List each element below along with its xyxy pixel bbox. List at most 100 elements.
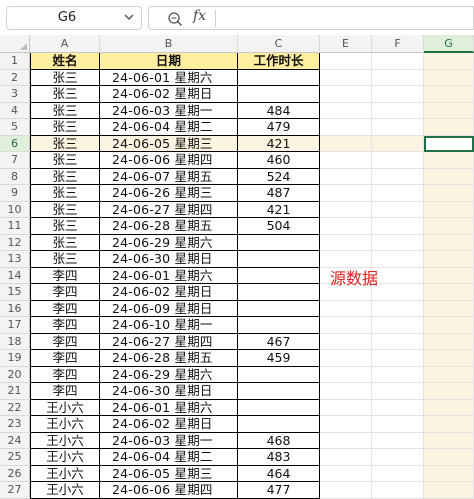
cell-f[interactable] (372, 86, 424, 103)
cell-e[interactable] (320, 383, 372, 400)
column-header-f[interactable]: F (372, 35, 424, 53)
hours-cell[interactable] (238, 234, 320, 251)
cell-e[interactable] (320, 53, 372, 70)
cell-f[interactable] (372, 185, 424, 202)
hours-cell[interactable] (238, 366, 320, 383)
cell-g[interactable] (424, 432, 474, 449)
cell-g[interactable] (424, 416, 474, 433)
cell-g[interactable] (424, 284, 474, 301)
hours-cell[interactable] (238, 86, 320, 103)
cell-f[interactable] (372, 234, 424, 251)
name-cell[interactable]: 李四 (30, 317, 100, 334)
cell-f[interactable] (372, 201, 424, 218)
hours-cell[interactable]: 464 (238, 465, 320, 482)
date-cell[interactable]: 24-06-10 星期一 (100, 317, 238, 334)
row-header[interactable]: 22 (0, 399, 30, 416)
cell-e[interactable] (320, 152, 372, 169)
name-cell[interactable]: 张三 (30, 119, 100, 136)
column-header-c[interactable]: C (238, 35, 320, 53)
name-cell[interactable]: 李四 (30, 284, 100, 301)
hours-cell[interactable]: 487 (238, 185, 320, 202)
hours-cell[interactable]: 484 (238, 102, 320, 119)
row-header[interactable]: 25 (0, 449, 30, 466)
name-cell[interactable]: 王小六 (30, 465, 100, 482)
name-cell[interactable]: 李四 (30, 350, 100, 367)
date-cell[interactable]: 24-06-01 星期六 (100, 267, 238, 284)
hours-cell[interactable] (238, 284, 320, 301)
row-header[interactable]: 4 (0, 102, 30, 119)
cell-e[interactable] (320, 432, 372, 449)
cell-g[interactable] (424, 482, 474, 499)
cell-f[interactable] (372, 168, 424, 185)
cell-f[interactable] (372, 383, 424, 400)
name-cell[interactable]: 张三 (30, 234, 100, 251)
cell-f[interactable] (372, 317, 424, 334)
name-cell[interactable]: 张三 (30, 168, 100, 185)
name-cell[interactable]: 李四 (30, 383, 100, 400)
cell-g[interactable] (424, 201, 474, 218)
hours-cell[interactable] (238, 251, 320, 268)
hours-cell[interactable]: 479 (238, 119, 320, 136)
column-header-b[interactable]: B (100, 35, 238, 53)
date-cell[interactable]: 24-06-26 星期三 (100, 185, 238, 202)
name-cell[interactable]: 李四 (30, 366, 100, 383)
column-header-e[interactable]: E (320, 35, 372, 53)
date-cell[interactable]: 24-06-30 星期日 (100, 383, 238, 400)
row-header[interactable]: 19 (0, 350, 30, 367)
row-header[interactable]: 9 (0, 185, 30, 202)
cell-f[interactable] (372, 432, 424, 449)
cell-e[interactable] (320, 119, 372, 136)
cell-e[interactable] (320, 366, 372, 383)
cell-f[interactable] (372, 119, 424, 136)
header-date-cell[interactable]: 日期 (100, 53, 238, 70)
cell-f[interactable] (372, 366, 424, 383)
date-cell[interactable]: 24-06-30 星期日 (100, 251, 238, 268)
date-cell[interactable]: 24-06-28 星期五 (100, 218, 238, 235)
row-header[interactable]: 20 (0, 366, 30, 383)
row-header[interactable]: 18 (0, 333, 30, 350)
cell-e[interactable] (320, 465, 372, 482)
hours-cell[interactable]: 504 (238, 218, 320, 235)
chevron-down-icon[interactable] (123, 11, 135, 23)
name-cell[interactable]: 李四 (30, 267, 100, 284)
cell-e[interactable] (320, 333, 372, 350)
cell-g[interactable] (424, 300, 474, 317)
cell-g[interactable] (424, 152, 474, 169)
row-header[interactable]: 1 (0, 53, 30, 70)
cell-f[interactable] (372, 284, 424, 301)
name-cell[interactable]: 王小六 (30, 449, 100, 466)
header-name-cell[interactable]: 姓名 (30, 53, 100, 70)
cell-e[interactable] (320, 102, 372, 119)
name-cell[interactable]: 李四 (30, 300, 100, 317)
cell-f[interactable] (372, 251, 424, 268)
name-cell[interactable]: 王小六 (30, 432, 100, 449)
hours-cell[interactable]: 468 (238, 432, 320, 449)
cell-g[interactable] (424, 53, 474, 70)
name-cell[interactable]: 张三 (30, 218, 100, 235)
name-cell[interactable]: 张三 (30, 69, 100, 86)
cell-e[interactable] (320, 86, 372, 103)
name-cell[interactable]: 王小六 (30, 399, 100, 416)
hours-cell[interactable]: 459 (238, 350, 320, 367)
hours-cell[interactable] (238, 69, 320, 86)
cell-f[interactable] (372, 53, 424, 70)
name-cell[interactable]: 张三 (30, 102, 100, 119)
date-cell[interactable]: 24-06-03 星期一 (100, 432, 238, 449)
cell-f[interactable] (372, 465, 424, 482)
row-header[interactable]: 17 (0, 317, 30, 334)
name-cell[interactable]: 张三 (30, 86, 100, 103)
row-header[interactable]: 26 (0, 465, 30, 482)
cell-f[interactable] (372, 102, 424, 119)
cell-e[interactable] (320, 416, 372, 433)
cell-g[interactable] (424, 350, 474, 367)
hours-cell[interactable]: 524 (238, 168, 320, 185)
hours-cell[interactable]: 483 (238, 449, 320, 466)
fx-icon[interactable]: fx (193, 8, 206, 24)
spreadsheet-grid[interactable]: 1 姓名 日期 工作时长 2 张三 24-06-01 星期六 3 张三 24-06-02 … (0, 53, 474, 499)
date-cell[interactable]: 24-06-27 星期四 (100, 201, 238, 218)
hours-cell[interactable] (238, 399, 320, 416)
cell-e[interactable] (320, 234, 372, 251)
name-cell[interactable]: 张三 (30, 135, 100, 152)
hours-cell[interactable] (238, 267, 320, 284)
row-header[interactable]: 27 (0, 482, 30, 499)
